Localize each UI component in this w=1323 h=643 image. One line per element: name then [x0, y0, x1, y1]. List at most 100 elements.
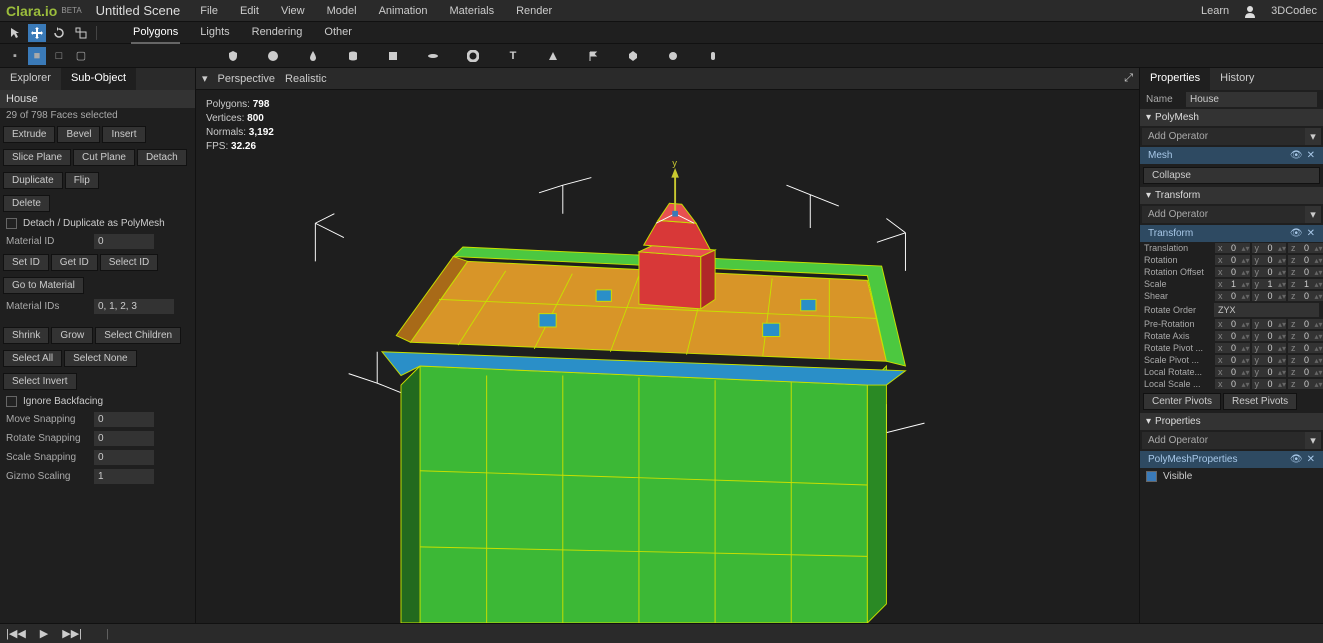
btn-play[interactable]: ▶	[40, 627, 48, 640]
view-menu-icon[interactable]: ▾	[202, 72, 208, 85]
app-logo[interactable]: Clara.io	[6, 3, 57, 19]
xyz-input-y[interactable]: y0▴▾	[1252, 355, 1287, 365]
xyz-input-x[interactable]: x0▴▾	[1215, 367, 1250, 377]
learn-link[interactable]: Learn	[1201, 5, 1229, 17]
user-icon[interactable]	[1243, 4, 1257, 18]
xyz-input-x[interactable]: x0▴▾	[1215, 319, 1250, 329]
section-transform[interactable]: ▾ Transform	[1140, 187, 1323, 204]
xyz-input-z[interactable]: z0▴▾	[1288, 243, 1323, 253]
add-operator-transform[interactable]: Add Operator	[1142, 206, 1305, 223]
input-move-snap[interactable]: 0	[94, 412, 154, 427]
xyz-input-x[interactable]: x0▴▾	[1215, 243, 1250, 253]
close-icon[interactable]: ✕	[1307, 228, 1315, 239]
xyz-input-z[interactable]: z0▴▾	[1288, 379, 1323, 389]
btn-skip-back[interactable]: |◀◀	[6, 627, 26, 640]
xyz-input-y[interactable]: y0▴▾	[1252, 379, 1287, 389]
xyz-input-z[interactable]: z0▴▾	[1288, 367, 1323, 377]
prim-flag-icon[interactable]	[584, 47, 602, 65]
prim-cylinder-icon[interactable]	[344, 47, 362, 65]
btn-select-invert[interactable]: Select Invert	[3, 373, 77, 390]
btn-bevel[interactable]: Bevel	[57, 126, 100, 143]
btn-select-id[interactable]: Select ID	[100, 254, 159, 271]
btn-grow[interactable]: Grow	[51, 327, 93, 344]
prim-drop-icon[interactable]	[304, 47, 322, 65]
menu-materials[interactable]: Materials	[449, 5, 494, 17]
add-operator-polymesh[interactable]: Add Operator	[1142, 128, 1305, 145]
btn-set-id[interactable]: Set ID	[3, 254, 49, 271]
menu-animation[interactable]: Animation	[379, 5, 428, 17]
input-material-id[interactable]: 0	[94, 234, 154, 249]
xyz-input-y[interactable]: y0▴▾	[1252, 255, 1287, 265]
btn-select-none[interactable]: Select None	[64, 350, 136, 367]
xyz-input-x[interactable]: x0▴▾	[1215, 331, 1250, 341]
close-icon[interactable]: ✕	[1307, 150, 1315, 161]
btn-cut-plane[interactable]: Cut Plane	[73, 149, 135, 166]
menu-model[interactable]: Model	[327, 5, 357, 17]
prim-shield-icon[interactable]	[224, 47, 242, 65]
btn-collapse[interactable]: Collapse	[1143, 167, 1320, 184]
xyz-input-x[interactable]: x0▴▾	[1215, 291, 1250, 301]
input-rotate-snap[interactable]: 0	[94, 431, 154, 446]
timeline-track[interactable]: |	[106, 628, 109, 640]
xyz-input-y[interactable]: y0▴▾	[1252, 267, 1287, 277]
prim-torus-icon[interactable]	[464, 47, 482, 65]
input-scale-snap[interactable]: 0	[94, 450, 154, 465]
component-face[interactable]: ■	[28, 47, 46, 65]
tab-rendering[interactable]: Rendering	[250, 22, 305, 44]
component-edge[interactable]: □	[50, 47, 68, 65]
btn-reset-pivots[interactable]: Reset Pivots	[1223, 393, 1297, 410]
xyz-input-z[interactable]: z0▴▾	[1288, 319, 1323, 329]
chk-detach-polymesh[interactable]	[6, 218, 17, 229]
add-operator-btn-3[interactable]: ▾	[1305, 432, 1321, 449]
section-properties[interactable]: ▾ Properties	[1140, 413, 1323, 430]
xyz-input-z[interactable]: z0▴▾	[1288, 255, 1323, 265]
add-operator-btn-2[interactable]: ▾	[1305, 206, 1321, 223]
btn-skip-fwd[interactable]: ▶▶|	[62, 627, 82, 640]
menu-render[interactable]: Render	[516, 5, 552, 17]
btn-slice-plane[interactable]: Slice Plane	[3, 149, 71, 166]
tab-explorer[interactable]: Explorer	[0, 68, 61, 90]
btn-select-all[interactable]: Select All	[3, 350, 62, 367]
btn-detach[interactable]: Detach	[137, 149, 187, 166]
xyz-input-x[interactable]: x0▴▾	[1215, 343, 1250, 353]
btn-insert[interactable]: Insert	[102, 126, 145, 143]
prim-capsule-icon[interactable]	[704, 47, 722, 65]
prim-disc-icon[interactable]	[424, 47, 442, 65]
chk-visible[interactable]	[1146, 471, 1157, 482]
prim-plane-icon[interactable]	[384, 47, 402, 65]
op-transform[interactable]: Transform👁✕	[1140, 225, 1323, 242]
eye-icon[interactable]: 👁	[1290, 228, 1303, 239]
xyz-input-x[interactable]: x0▴▾	[1215, 355, 1250, 365]
render-canvas[interactable]: y	[196, 90, 1139, 623]
btn-shrink[interactable]: Shrink	[3, 327, 49, 344]
menu-view[interactable]: View	[281, 5, 305, 17]
tab-lights[interactable]: Lights	[198, 22, 231, 44]
tab-polygons[interactable]: Polygons	[131, 22, 180, 44]
btn-goto-material[interactable]: Go to Material	[3, 277, 84, 294]
xyz-input-y[interactable]: y0▴▾	[1252, 367, 1287, 377]
op-mesh[interactable]: Mesh👁✕	[1140, 147, 1323, 164]
xyz-input-y[interactable]: y0▴▾	[1252, 291, 1287, 301]
chk-ignore-backfacing[interactable]	[6, 396, 17, 407]
xyz-input-x[interactable]: x1▴▾	[1215, 279, 1250, 289]
prim-cone-icon[interactable]	[544, 47, 562, 65]
component-object[interactable]: ▢	[72, 47, 90, 65]
btn-get-id[interactable]: Get ID	[51, 254, 98, 271]
viewport-3d[interactable]: ▾ Perspective Realistic ⤢ Polygons: 798 …	[196, 68, 1139, 623]
input-gizmo-scale[interactable]: 1	[94, 469, 154, 484]
add-operator-properties[interactable]: Add Operator	[1142, 432, 1305, 449]
xyz-input-y[interactable]: y1▴▾	[1252, 279, 1287, 289]
menu-file[interactable]: File	[200, 5, 218, 17]
tab-other[interactable]: Other	[322, 22, 354, 44]
btn-delete[interactable]: Delete	[3, 195, 50, 212]
btn-select-children[interactable]: Select Children	[95, 327, 181, 344]
op-polymesh-properties[interactable]: PolyMeshProperties👁✕	[1140, 451, 1323, 468]
input-name[interactable]: House	[1186, 92, 1317, 107]
fullscreen-icon[interactable]: ⤢	[1124, 72, 1133, 85]
close-icon[interactable]: ✕	[1307, 454, 1315, 465]
xyz-input-y[interactable]: y0▴▾	[1252, 331, 1287, 341]
xyz-input-x[interactable]: x0▴▾	[1215, 379, 1250, 389]
input-material-ids[interactable]: 0, 1, 2, 3	[94, 299, 174, 314]
btn-extrude[interactable]: Extrude	[3, 126, 55, 143]
prim-circle-icon[interactable]	[664, 47, 682, 65]
